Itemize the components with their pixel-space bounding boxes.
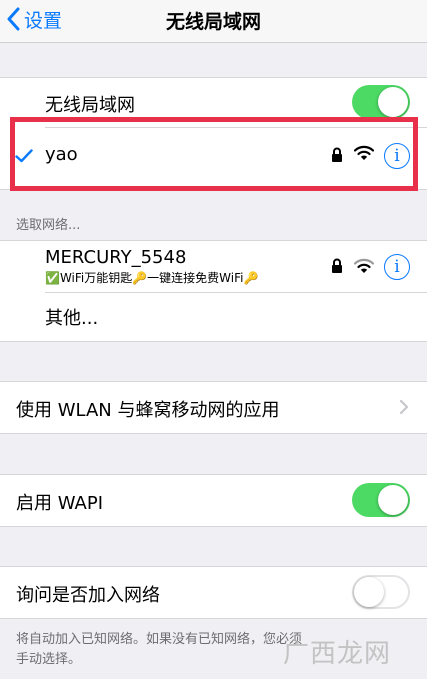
highlight-box [10,117,418,191]
wapi-label: 启用 WAPI [16,493,104,514]
ask-to-join-label: 询问是否加入网络 [16,585,160,606]
ask-to-join-row: 询问是否加入网络 [0,566,427,619]
watermark: 广西龙网 [282,639,391,669]
apps-row-label: 使用 WLAN 与蜂窝移动网的应用 [16,400,280,421]
divider [45,292,427,293]
wapi-toggle[interactable] [352,483,410,517]
wlan-label: 无线局域网 [45,95,135,116]
choose-network-header: 选取网络... [16,218,81,233]
other-network-item[interactable]: 其他... [45,304,98,330]
footer-text-line1: 将自动加入已知网络。如果没有已知网络，您必须 [16,632,303,647]
network-row[interactable]: MERCURY_5548 ✅WiFi万能钥匙🔑一键连接免费WiFi🔑 i [0,241,427,292]
ask-to-join-toggle[interactable] [352,575,410,609]
apps-using-wlan-row[interactable]: 使用 WLAN 与蜂窝移动网的应用 [0,381,427,434]
toggle-knob [378,87,408,117]
networks-group: MERCURY_5548 ✅WiFi万能钥匙🔑一键连接免费WiFi🔑 i 其他.… [0,240,427,342]
network-subtitle: ✅WiFi万能钥匙🔑一键连接免费WiFi🔑 [45,271,259,285]
lock-icon [332,258,342,273]
footer-text-line2: 手动选择。 [16,652,82,667]
navigation-bar: 设置 无线局域网 [0,0,427,43]
wapi-row: 启用 WAPI [0,474,427,527]
toggle-knob [354,577,384,607]
page-title: 无线局域网 [165,11,261,33]
wifi-icon [354,258,374,273]
wlan-toggle[interactable] [352,85,410,119]
network-ssid: MERCURY_5548 [45,247,187,268]
info-icon[interactable]: i [384,254,410,280]
chevron-right-icon [399,399,409,415]
toggle-knob [378,485,408,515]
